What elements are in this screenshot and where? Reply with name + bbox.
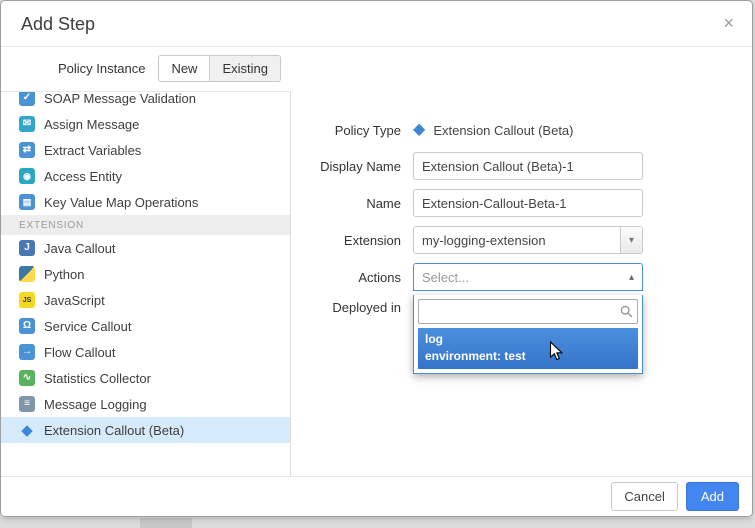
sidebar-item-label: Key Value Map Operations	[44, 195, 198, 210]
java-callout-icon: J	[19, 240, 35, 256]
sidebar-item-javascript[interactable]: JS JavaScript	[1, 287, 290, 313]
chevron-down-icon: ▾	[620, 227, 642, 253]
policy-type-text: Extension Callout (Beta)	[433, 123, 573, 138]
dropdown-search	[418, 299, 638, 324]
display-name-input[interactable]	[413, 152, 643, 180]
sidebar-item-flow-callout[interactable]: → Flow Callout	[1, 339, 290, 365]
service-callout-icon: Ω	[19, 318, 35, 334]
modal-header: Add Step ×	[1, 1, 752, 47]
policy-instance-label: Policy Instance	[58, 61, 145, 76]
soap-validation-icon: ✓	[19, 91, 35, 106]
option-subtitle: environment: test	[425, 349, 631, 363]
display-name-row: Display Name	[291, 152, 752, 180]
actions-label: Actions	[291, 270, 401, 285]
access-entity-icon: ◉	[19, 168, 35, 184]
sidebar-item-soap-message-validation[interactable]: ✓ SOAP Message Validation	[1, 91, 290, 111]
sidebar-item-label: Python	[44, 267, 84, 282]
add-step-modal: Add Step × Policy Instance New Existing …	[0, 0, 753, 517]
extension-row: Extension my-logging-extension ▾	[291, 226, 752, 254]
sidebar-item-label: Access Entity	[44, 169, 122, 184]
option-title: log	[425, 332, 631, 346]
sidebar-item-extract-variables[interactable]: ⇄ Extract Variables	[1, 137, 290, 163]
sidebar-item-extension-callout-beta[interactable]: ◆ Extension Callout (Beta)	[1, 417, 290, 443]
sidebar-item-label: Extract Variables	[44, 143, 141, 158]
deployed-in-label: Deployed in	[291, 300, 401, 315]
sidebar-item-label: Message Logging	[44, 397, 147, 412]
add-button[interactable]: Add	[686, 482, 739, 511]
assign-message-icon: ✉	[19, 116, 35, 132]
page-background	[0, 518, 755, 528]
name-row: Name	[291, 189, 752, 217]
sidebar-item-access-entity[interactable]: ◉ Access Entity	[1, 163, 290, 189]
policy-form: Policy Type ◆ Extension Callout (Beta) D…	[291, 91, 752, 476]
close-icon[interactable]: ×	[718, 11, 739, 36]
sidebar-item-label: Statistics Collector	[44, 371, 151, 386]
page-background-element	[140, 518, 192, 528]
extension-select-value: my-logging-extension	[422, 233, 546, 248]
flow-callout-icon: →	[19, 344, 35, 360]
sidebar-item-message-logging[interactable]: ≡ Message Logging	[1, 391, 290, 417]
policy-instance-toggle: New Existing	[158, 55, 281, 82]
modal-footer: Cancel Add	[1, 476, 752, 516]
extension-callout-icon: ◆	[413, 122, 425, 138]
extension-label: Extension	[291, 233, 401, 248]
policy-type-row: Policy Type ◆ Extension Callout (Beta)	[291, 122, 752, 138]
actions-select[interactable]: Select... ▴	[413, 263, 643, 291]
existing-tab-button[interactable]: Existing	[209, 56, 280, 81]
dropdown-search-input[interactable]	[418, 299, 638, 324]
sidebar-item-label: Service Callout	[44, 319, 131, 334]
name-input[interactable]	[413, 189, 643, 217]
python-icon	[19, 266, 35, 282]
policy-type-list[interactable]: ✓ SOAP Message Validation ✉ Assign Messa…	[1, 91, 291, 476]
policy-instance-row: Policy Instance New Existing	[1, 47, 752, 90]
modal-content: ✓ SOAP Message Validation ✉ Assign Messa…	[1, 91, 752, 476]
sidebar-item-java-callout[interactable]: J Java Callout	[1, 235, 290, 261]
sidebar-item-key-value-map-operations[interactable]: ▤ Key Value Map Operations	[1, 189, 290, 215]
name-label: Name	[291, 196, 401, 211]
sidebar-item-label: Extension Callout (Beta)	[44, 423, 184, 438]
display-name-label: Display Name	[291, 159, 401, 174]
actions-select-placeholder: Select...	[422, 270, 469, 285]
new-tab-button[interactable]: New	[159, 56, 209, 81]
search-icon	[620, 305, 633, 321]
javascript-icon: JS	[19, 292, 35, 308]
actions-dropdown-panel: log environment: test	[413, 295, 643, 374]
extension-section-header: EXTENSION	[1, 215, 290, 235]
dropdown-option-log[interactable]: log environment: test	[418, 328, 638, 369]
policy-type-label: Policy Type	[291, 123, 401, 138]
sidebar-item-service-callout[interactable]: Ω Service Callout	[1, 313, 290, 339]
dropdown-options: log environment: test	[418, 328, 638, 369]
actions-row: Actions Select... ▴	[291, 263, 752, 291]
policy-type-value: ◆ Extension Callout (Beta)	[413, 122, 574, 138]
statistics-collector-icon: ∿	[19, 370, 35, 386]
sidebar-item-label: SOAP Message Validation	[44, 91, 196, 106]
sidebar-item-python[interactable]: Python	[1, 261, 290, 287]
sidebar-item-label: Assign Message	[44, 117, 139, 132]
sidebar-item-statistics-collector[interactable]: ∿ Statistics Collector	[1, 365, 290, 391]
extension-callout-icon: ◆	[19, 422, 35, 438]
extension-select[interactable]: my-logging-extension ▾	[413, 226, 643, 254]
sidebar-item-label: JavaScript	[44, 293, 105, 308]
chevron-up-icon: ▴	[629, 273, 634, 283]
cancel-button[interactable]: Cancel	[611, 482, 677, 511]
modal-title: Add Step	[21, 14, 95, 35]
sidebar-item-label: Flow Callout	[44, 345, 116, 360]
key-value-map-icon: ▤	[19, 194, 35, 210]
sidebar-item-label: Java Callout	[44, 241, 116, 256]
message-logging-icon: ≡	[19, 396, 35, 412]
sidebar-item-assign-message[interactable]: ✉ Assign Message	[1, 111, 290, 137]
extract-variables-icon: ⇄	[19, 142, 35, 158]
